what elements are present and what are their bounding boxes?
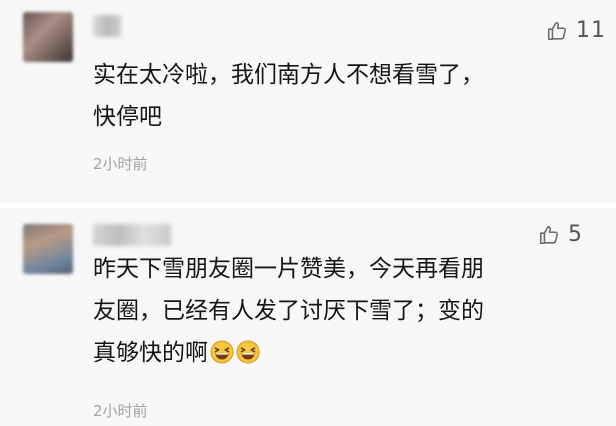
grinning-squint-emoji-icon — [236, 340, 260, 364]
comment-text-line: 友圈，已经有人发了讨厌下雪了；变的 — [93, 298, 484, 324]
comment-text-line: 快停吧 — [93, 104, 162, 130]
comment-text: 实在太冷啦，我们南方人不想看雪了， 快停吧 — [93, 54, 606, 138]
commenter-name-blurred[interactable] — [93, 224, 171, 246]
comment-text-line: 实在太冷啦，我们南方人不想看雪了， — [93, 62, 484, 88]
avatar[interactable] — [23, 12, 73, 62]
comment-timestamp: 2小时前 — [93, 402, 148, 420]
comment-item: 5 昨天下雪朋友圈一片赞美，今天再看朋 友圈，已经有人发了讨厌下雪了；变的 真够… — [0, 208, 616, 426]
like-button[interactable]: 5 — [538, 222, 583, 247]
like-count: 5 — [568, 222, 583, 247]
like-count: 11 — [576, 18, 606, 43]
commenter-name-blurred[interactable] — [93, 15, 121, 37]
comment-text-line: 昨天下雪朋友圈一片赞美，今天再看朋 — [93, 256, 484, 282]
thumbs-up-icon — [538, 224, 560, 246]
comment-text-segment: 真够快的啊 — [93, 340, 208, 366]
grinning-squint-emoji-icon — [210, 340, 234, 364]
comment-item: 11 实在太冷啦，我们南方人不想看雪了， 快停吧 2小时前 — [0, 0, 616, 203]
comment-timestamp: 2小时前 — [93, 155, 148, 173]
thumbs-up-icon — [546, 20, 568, 42]
avatar[interactable] — [23, 224, 73, 274]
comment-text-line-with-emoji: 真够快的啊 — [93, 332, 606, 374]
comment-text: 昨天下雪朋友圈一片赞美，今天再看朋 友圈，已经有人发了讨厌下雪了；变的 真够快的… — [93, 248, 606, 374]
like-button[interactable]: 11 — [546, 18, 606, 43]
